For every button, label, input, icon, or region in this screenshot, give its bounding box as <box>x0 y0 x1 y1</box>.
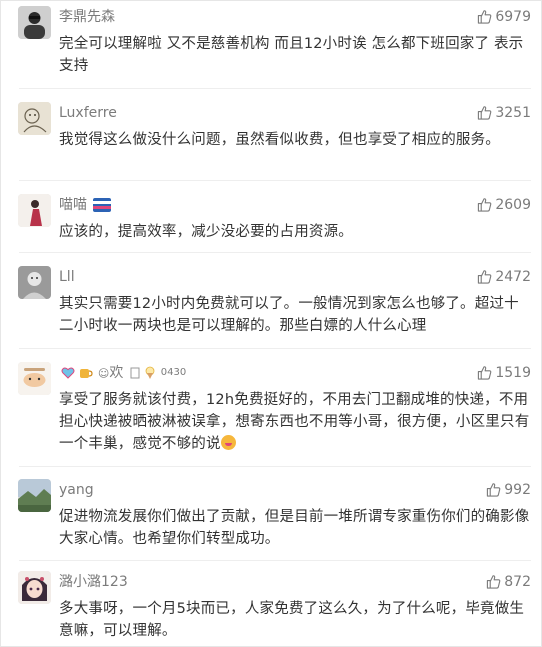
user-badges <box>61 364 94 382</box>
avatar[interactable] <box>18 266 51 299</box>
avatar[interactable] <box>18 6 51 39</box>
like-count: 1519 <box>495 365 531 381</box>
username[interactable]: 李鼎先森 <box>59 8 115 26</box>
username-suffix: 0430 <box>160 367 187 378</box>
username[interactable]: ☺欢 0430 <box>59 364 186 383</box>
sketch-avatar-icon <box>18 102 51 135</box>
like-button[interactable]: 992 <box>486 481 531 499</box>
flag-badge-icon <box>93 198 112 212</box>
divider <box>19 252 531 253</box>
divider <box>19 88 531 89</box>
like-count: 2472 <box>495 269 531 285</box>
like-button[interactable]: 2609 <box>477 196 531 214</box>
portrait-avatar-icon <box>18 266 51 299</box>
username[interactable]: 潞小潞123 <box>59 573 128 591</box>
username[interactable]: 喵喵 <box>59 196 112 214</box>
thumbs-up-icon <box>478 106 492 120</box>
avatar[interactable] <box>18 102 51 135</box>
heart-badge-icon <box>61 367 75 379</box>
thumbs-up-icon <box>478 198 492 212</box>
like-button[interactable]: 6979 <box>477 8 531 26</box>
like-button[interactable]: 872 <box>486 573 531 591</box>
square-badge-icon <box>130 367 140 379</box>
comment-text: 完全可以理解啦 又不是慈善机构 而且12小时诶 怎么都下班回家了 表示支持 <box>59 36 524 74</box>
divider <box>19 348 531 349</box>
thumbs-up-icon <box>478 10 492 24</box>
comment-list: 李鼎先森 6979 完全可以理解啦 又不是慈善机构 而且12小时诶 怎么都下班回… <box>0 0 542 647</box>
comment-text: 其实只需要12小时内免费就可以了。一般情况到家怎么也够了。超过十二小时收一两块也… <box>59 296 519 334</box>
username[interactable]: yang <box>59 481 94 499</box>
comment-text: 应该的，提高效率，减少没必要的占用资源。 <box>59 224 353 240</box>
comment-text: 我觉得这么做没什么问题，虽然看似收费，但也享受了相应的服务。 <box>59 132 500 148</box>
user-badges <box>93 196 112 214</box>
like-count: 992 <box>504 482 531 498</box>
thumbs-up-icon <box>478 366 492 380</box>
figure-avatar-icon <box>18 194 51 227</box>
thumbs-up-icon <box>487 575 501 589</box>
username[interactable]: Luxferre <box>59 104 117 122</box>
like-count: 872 <box>504 574 531 590</box>
like-button[interactable]: 2472 <box>477 268 531 286</box>
thumbs-up-icon <box>487 483 501 497</box>
comment-text: 促进物流发展你们做出了贡献，但是目前一堆所谓专家重伤你们的确影像大家心情。也希望… <box>59 509 530 547</box>
like-button[interactable]: 1519 <box>477 364 531 382</box>
like-count: 2609 <box>495 197 531 213</box>
landscape-avatar-icon <box>18 479 51 512</box>
anime-avatar-icon <box>18 571 51 604</box>
avatar[interactable] <box>18 194 51 227</box>
user-badges-2 <box>130 364 156 382</box>
username[interactable]: Lll <box>59 268 75 286</box>
thumbs-up-icon <box>478 270 492 284</box>
avatar[interactable] <box>18 479 51 512</box>
avatar[interactable] <box>18 362 51 395</box>
avatar[interactable] <box>18 571 51 604</box>
cup-badge-icon <box>80 369 94 378</box>
grin-emoji-icon <box>220 435 236 450</box>
divider <box>19 560 531 561</box>
comment-text-body: 享受了服务就该付费，12h免费挺好的，不用去门卫翻成堆的快递，不用担心快递被晒被… <box>59 392 530 452</box>
comment-text: 享受了服务就该付费，12h免费挺好的，不用去门卫翻成堆的快递，不用担心快递被晒被… <box>59 389 531 455</box>
like-count: 6979 <box>495 9 531 25</box>
divider <box>19 180 531 181</box>
like-count: 3251 <box>495 105 531 121</box>
user-icon-glyph: ☺ <box>97 367 110 380</box>
cartoon-avatar-icon <box>18 362 51 395</box>
icecream-badge-icon <box>145 366 155 379</box>
comment-text: 多大事呀，一个月5块而已，人家免费了这么久，为了什么呢，毕竟做生意嘛，可以理解。 <box>59 601 525 639</box>
like-button[interactable]: 3251 <box>477 104 531 122</box>
divider <box>19 466 531 467</box>
person-photo-icon <box>18 6 51 39</box>
